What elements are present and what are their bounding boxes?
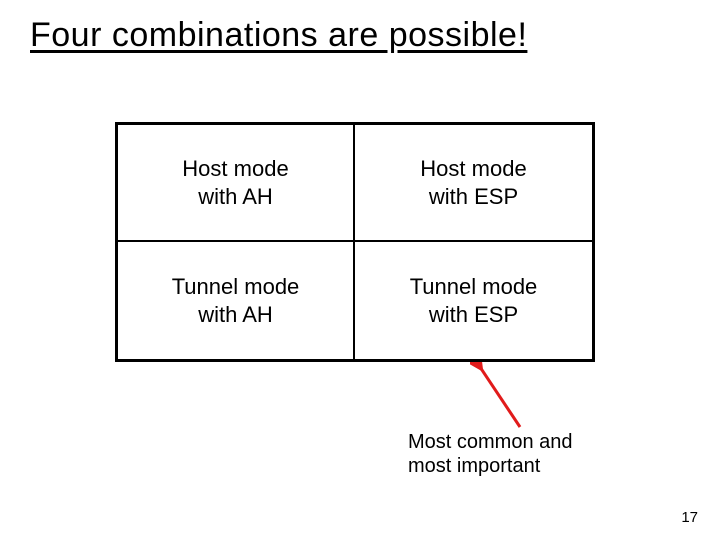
annotation-caption: Most common and most important — [408, 430, 573, 478]
cell-text-line2: with AH — [198, 302, 273, 327]
cell-host-esp: Host mode with ESP — [355, 125, 592, 242]
caption-line2: most important — [408, 455, 540, 477]
cell-text-line1: Host mode — [420, 156, 526, 181]
combinations-table: Host mode with AH Host mode with ESP Tun… — [115, 122, 595, 362]
slide-title: Four combinations are possible! — [30, 16, 527, 55]
caption-line1: Most common and — [408, 431, 573, 453]
cell-text-line1: Tunnel mode — [410, 274, 538, 299]
page-number: 17 — [681, 509, 698, 526]
cell-text-line2: with AH — [198, 184, 273, 209]
cell-text-line1: Tunnel mode — [172, 274, 300, 299]
cell-text-line2: with ESP — [429, 302, 518, 327]
cell-tunnel-ah: Tunnel mode with AH — [118, 242, 355, 359]
cell-host-ah: Host mode with AH — [118, 125, 355, 242]
cell-tunnel-esp: Tunnel mode with ESP — [355, 242, 592, 359]
arrow-icon — [470, 362, 530, 432]
cell-text-line1: Host mode — [182, 156, 288, 181]
cell-text-line2: with ESP — [429, 184, 518, 209]
